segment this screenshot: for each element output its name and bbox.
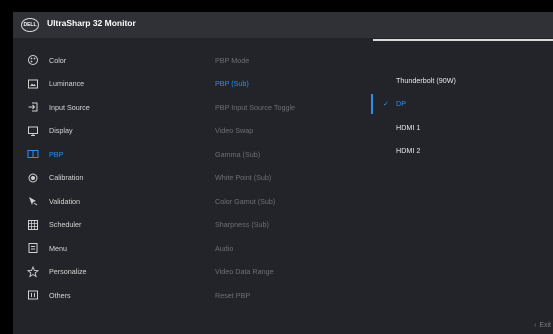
main-menu-item-personalize[interactable]: Personalize <box>13 263 203 281</box>
submenu-item-video-data-range[interactable]: Video Data Range <box>215 263 274 281</box>
menu-icon <box>27 242 39 254</box>
scheduler-icon <box>27 219 39 231</box>
main-menu-item-others[interactable]: Others <box>13 286 203 304</box>
submenu-item-white-point-sub[interactable]: White Point (Sub) <box>215 169 271 187</box>
calibration-icon <box>27 172 39 184</box>
main-menu-label-calibration: Calibration <box>49 173 84 182</box>
main-menu-item-luminance[interactable]: Luminance <box>13 75 203 93</box>
monitor-title: UltraSharp 32 Monitor <box>47 18 136 28</box>
option-label: HDMI 1 <box>396 122 421 132</box>
submenu-item-pbp-input-source-toggle[interactable]: PBP Input Source Toggle <box>215 98 295 116</box>
main-menu-item-display[interactable]: Display <box>13 122 203 140</box>
validation-icon <box>27 195 39 207</box>
option-label: DP <box>396 99 406 108</box>
luminance-icon <box>27 78 39 90</box>
checkmark-icon: ✓ <box>383 100 389 108</box>
submenu-item-reset-pbp[interactable]: Reset PBP <box>215 286 250 304</box>
main-menu-label-input-source: Input Source <box>49 102 90 112</box>
main-menu-label-others: Others <box>49 290 71 300</box>
submenu-item-pbp-mode[interactable]: PBP Mode <box>215 51 249 69</box>
main-menu-item-menu[interactable]: Menu <box>13 239 203 257</box>
main-menu-item-input-source[interactable]: Input Source <box>13 98 203 116</box>
main-menu-label-validation: Validation <box>49 196 81 206</box>
others-icon <box>27 289 39 301</box>
main-menu-label-scheduler: Scheduler <box>49 220 82 229</box>
submenu-item-video-swap[interactable]: Video Swap <box>215 122 253 140</box>
input-source-icon <box>27 101 39 113</box>
main-menu-label-luminance: Luminance <box>49 79 85 88</box>
display-icon <box>27 125 39 137</box>
main-menu-label-pbp: PBP <box>49 149 64 159</box>
submenu-item-audio[interactable]: Audio <box>215 239 233 257</box>
main-menu-item-calibration[interactable]: Calibration <box>13 169 203 187</box>
color-icon <box>27 54 39 66</box>
main-menu-item-pbp[interactable]: PBP <box>13 145 203 163</box>
exit-label: Exit <box>539 322 551 329</box>
dell-logo: DELL <box>21 18 39 32</box>
osd-panel: DELL UltraSharp 32 Monitor Color Luminan… <box>13 12 553 334</box>
option-label: HDMI 2 <box>396 146 421 155</box>
main-menu-label-display: Display <box>49 126 73 135</box>
main-menu-item-validation[interactable]: Validation <box>13 192 203 210</box>
main-menu-label-personalize: Personalize <box>49 267 87 276</box>
header-divider <box>373 39 553 41</box>
submenu-item-pbp-sub[interactable]: PBP (Sub) <box>215 75 249 93</box>
star-icon <box>27 265 39 278</box>
selection-indicator <box>371 94 373 114</box>
main-menu-item-scheduler[interactable]: Scheduler <box>13 216 203 234</box>
main-menu-label-color: Color <box>49 55 67 65</box>
submenu-item-color-gamut-sub[interactable]: Color Gamut (Sub) <box>215 192 275 210</box>
header-bar: DELL UltraSharp 32 Monitor <box>13 12 553 38</box>
option-label: Thunderbolt (90W) <box>396 75 456 85</box>
chevron-left-icon: ‹ <box>533 322 537 329</box>
main-menu-label-menu: Menu <box>49 243 67 253</box>
main-menu-item-color[interactable]: Color <box>13 51 203 69</box>
submenu-item-sharpness-sub[interactable]: Sharpness (Sub) <box>215 216 269 234</box>
exit-button[interactable]: ‹ Exit <box>534 322 551 329</box>
pbp-icon <box>27 148 39 160</box>
submenu-item-gamma-sub[interactable]: Gamma (Sub) <box>215 145 260 163</box>
